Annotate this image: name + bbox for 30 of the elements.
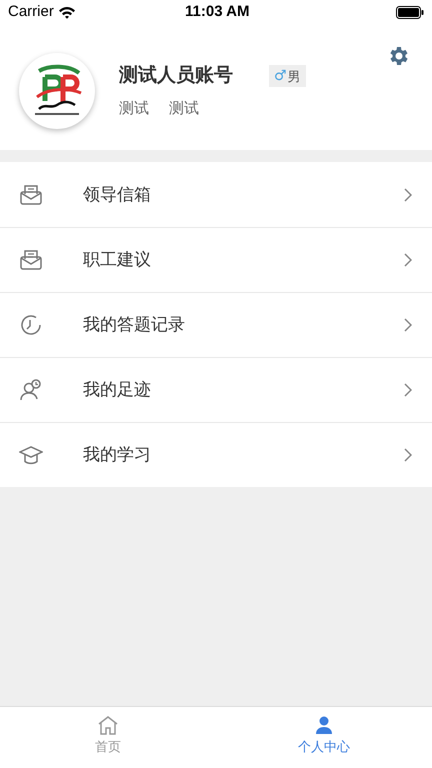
- menu-label: 领导信箱: [83, 184, 151, 206]
- chevron-right-icon: [404, 318, 412, 332]
- envelope-icon: [19, 248, 43, 272]
- profile-tag: 测试: [169, 98, 199, 120]
- menu-label: 我的足迹: [83, 379, 151, 402]
- gender-badge: ♂男: [269, 65, 306, 88]
- clock-icon: [19, 313, 43, 337]
- user-name: 测试人员账号: [119, 64, 233, 88]
- menu-label: 我的学习: [83, 444, 151, 466]
- menu-item[interactable]: 我的足迹: [0, 357, 432, 422]
- envelope-icon: [19, 182, 43, 206]
- wifi-icon: [58, 6, 76, 18]
- menu-item[interactable]: 职工建议: [0, 227, 432, 292]
- chevron-right-icon: [404, 253, 412, 267]
- chevron-right-icon: [404, 448, 412, 462]
- person-icon: [313, 715, 335, 735]
- tab-item[interactable]: 个人中心: [216, 707, 432, 768]
- menu-item[interactable]: 我的学习: [0, 422, 432, 487]
- chevron-right-icon: [404, 188, 412, 202]
- battery-icon: [396, 6, 424, 18]
- menu-item[interactable]: 我的答题记录: [0, 292, 432, 357]
- person-clock-icon: [19, 378, 43, 402]
- menu-item[interactable]: 领导信箱: [0, 162, 432, 227]
- chevron-right-icon: [404, 383, 412, 397]
- home-icon: [97, 715, 119, 735]
- menu-label: 职工建议: [83, 249, 151, 272]
- clock-time: 11:03 AM: [185, 2, 250, 22]
- menu-label: 我的答题记录: [83, 314, 185, 336]
- carrier-label: Carrier: [8, 2, 54, 22]
- profile-tag: 测试: [119, 98, 149, 120]
